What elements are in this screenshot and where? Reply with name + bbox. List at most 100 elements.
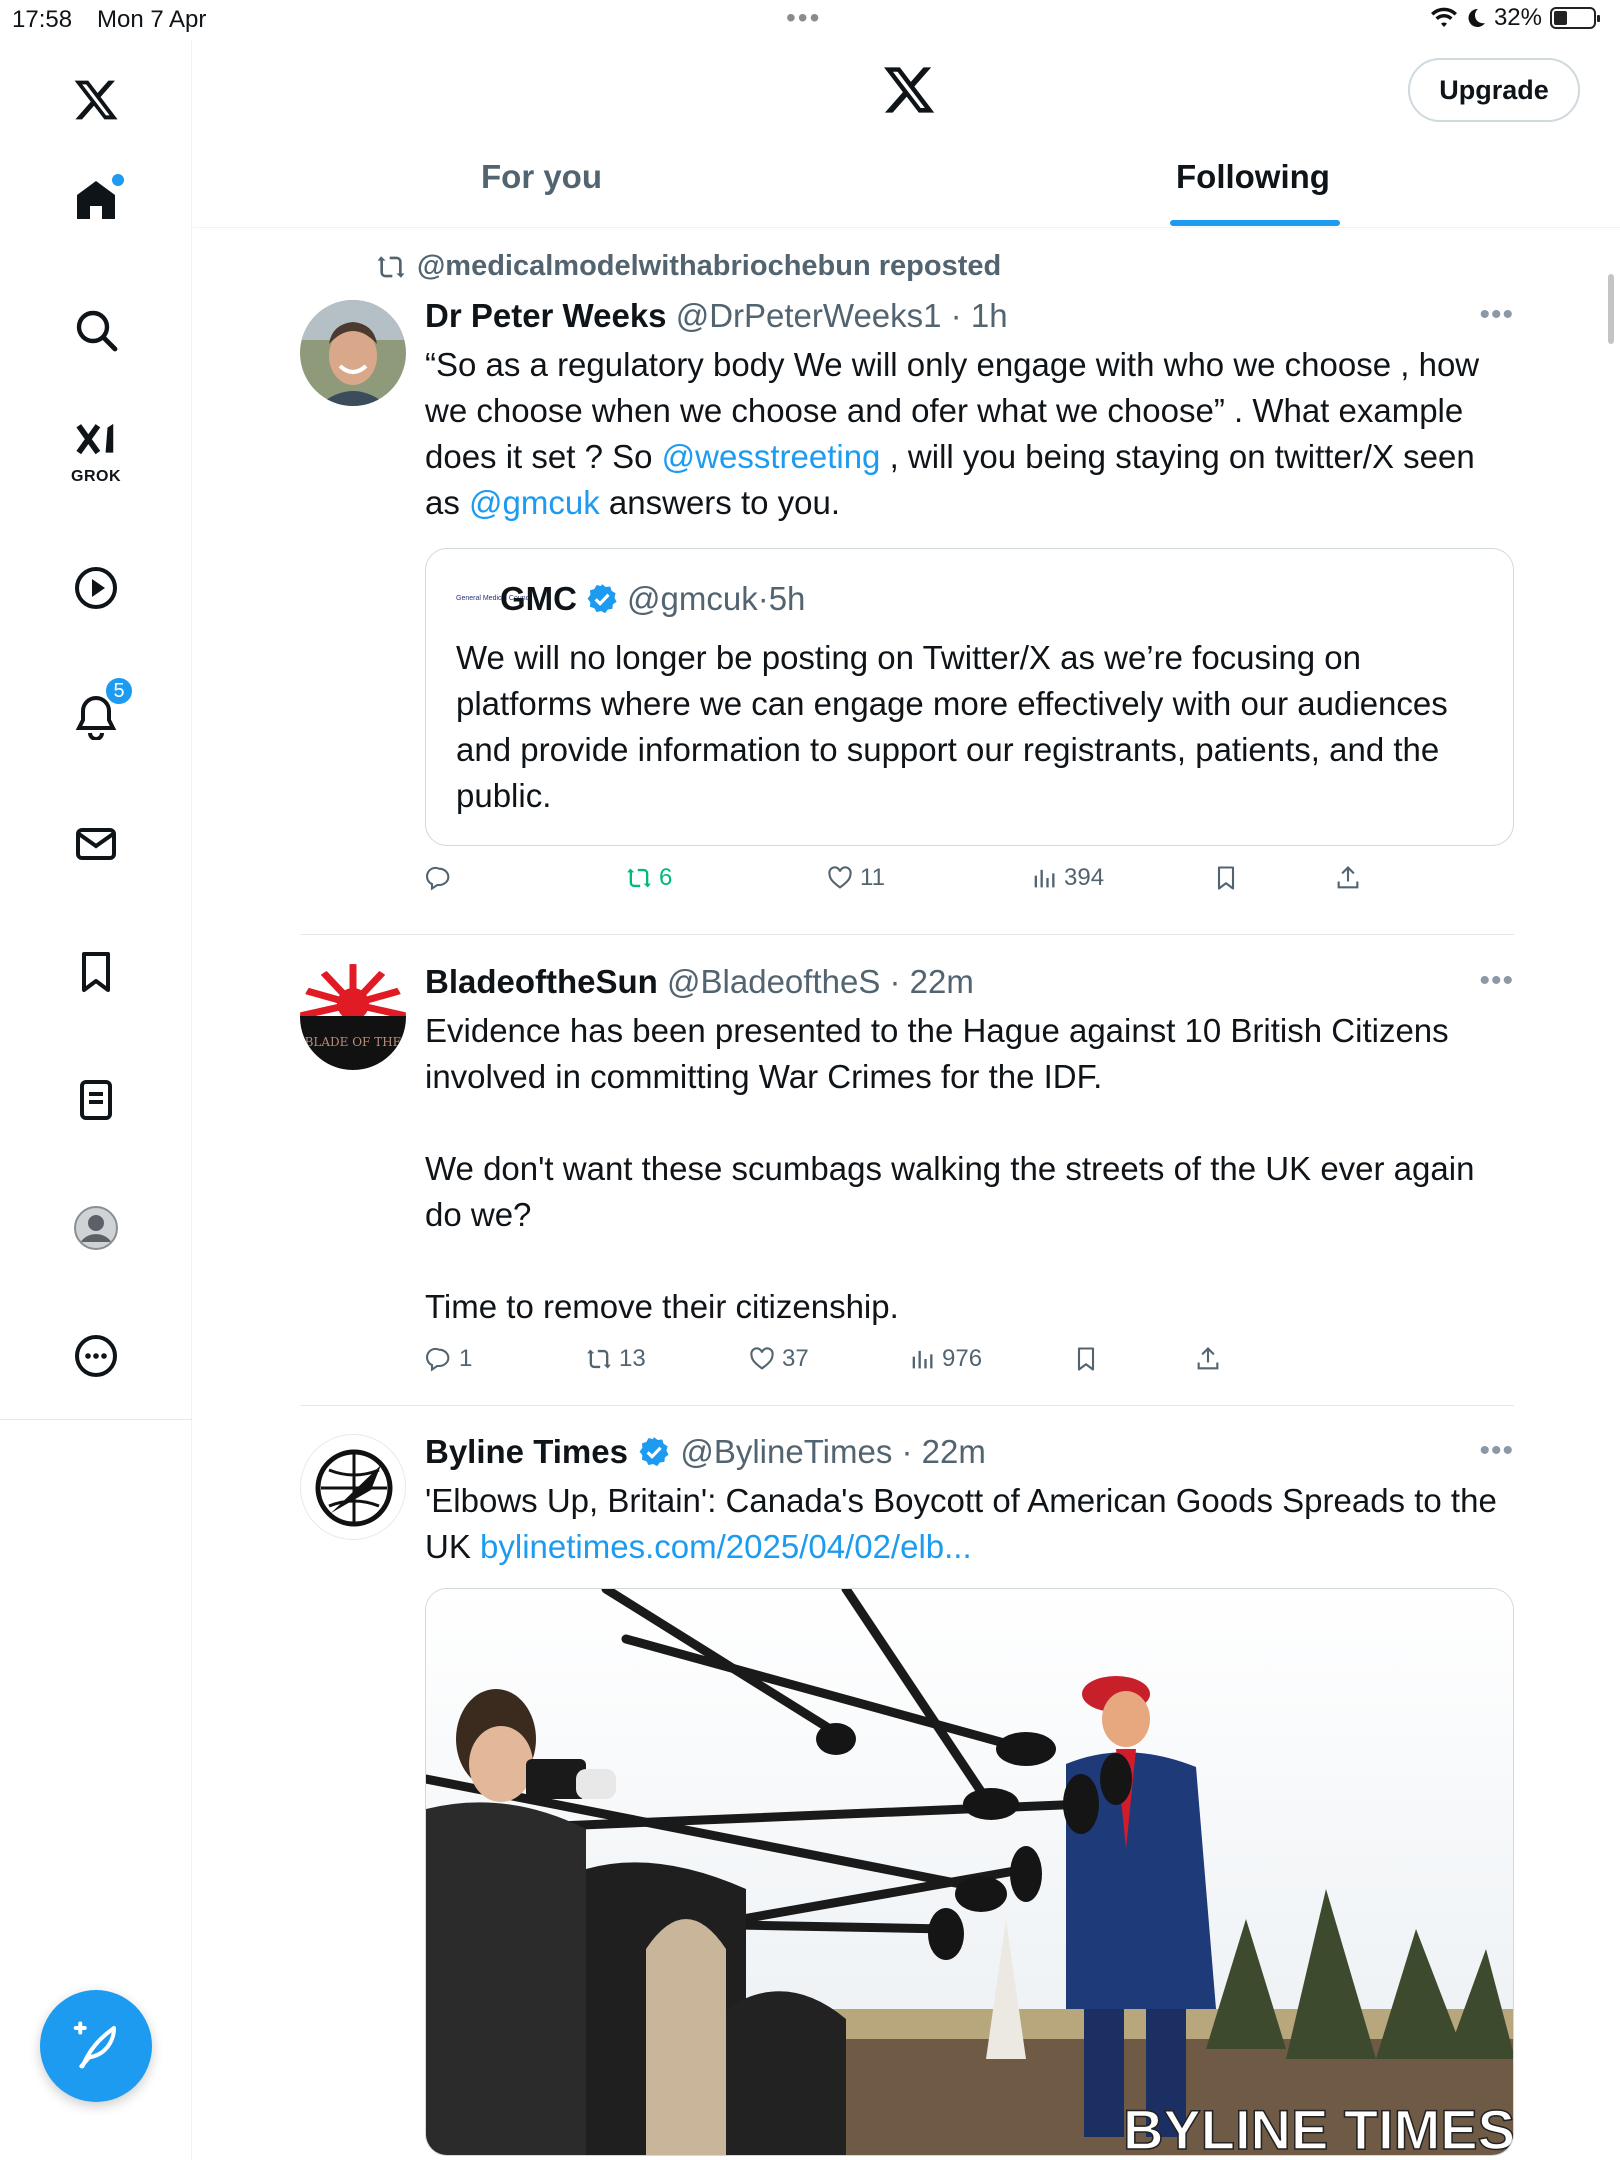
tab-for-you[interactable]: For you	[481, 158, 602, 196]
view-count: 976	[942, 1345, 983, 1372]
reply-icon	[426, 1347, 450, 1372]
multitasking-dots-icon[interactable]: •••	[786, 2, 821, 34]
quote-handle: @gmcuk	[627, 580, 758, 617]
upgrade-button[interactable]: Upgrade	[1408, 58, 1580, 122]
bookmark-icon	[1077, 1347, 1095, 1371]
tweet-text: 'Elbows Up, Britain': Canada's Boycott o…	[425, 1482, 1497, 1565]
tweet-header: BladeoftheSun @BladeoftheS · 22m	[425, 963, 974, 1000]
wifi-icon	[1430, 7, 1457, 27]
tweet-paragraph: Evidence has been presented to the Hague…	[425, 1012, 1449, 1095]
x-logo-icon[interactable]	[66, 70, 126, 130]
repost-text: @medicalmodelwithabriochebun reposted	[417, 250, 1002, 282]
views-button[interactable]: 394	[1030, 864, 1104, 892]
repost-icon	[377, 255, 405, 278]
status-time: 17:58	[12, 6, 73, 33]
notifications-bell-icon[interactable]: 5	[66, 676, 134, 746]
author-handle[interactable]: @BylineTimes	[680, 1433, 892, 1470]
verified-badge-icon	[639, 1437, 669, 1467]
x-logo-icon[interactable]	[881, 62, 937, 118]
bookmarks-icon[interactable]	[66, 942, 126, 1002]
scrollbar[interactable]	[1608, 274, 1614, 344]
tweet-divider	[300, 934, 1514, 935]
notification-badge: 5	[104, 676, 134, 706]
share-icon	[1337, 866, 1359, 889]
share-icon	[1197, 1347, 1219, 1370]
bookmark-button[interactable]	[1072, 1345, 1100, 1373]
tweet-media-image[interactable]: BYLINE TIMES	[425, 1588, 1514, 2156]
tweet-text: “So as a regulatory body We will only en…	[425, 346, 1480, 521]
like-count: 11	[860, 864, 885, 891]
more-options-icon[interactable]: •••	[1479, 1434, 1514, 1468]
share-button[interactable]	[1194, 1345, 1222, 1373]
tweet[interactable]: BLADE OF THE BladeoftheSun @BladeoftheS …	[300, 950, 1514, 1390]
quote-author-name: GMC	[500, 580, 577, 617]
tweet-paragraph: We don't want these scumbags walking the…	[425, 1150, 1475, 1233]
avatar-text: BLADE OF THE	[305, 1035, 402, 1049]
tweet[interactable]: @medicalmodelwithabriochebun reposted Dr…	[300, 250, 1514, 910]
tweet-paragraph: Time to remove their citizenship.	[425, 1288, 899, 1325]
tweet-header: Dr Peter Weeks @DrPeterWeeks1 · 1h	[425, 297, 1008, 334]
author-handle[interactable]: @BladeoftheS	[667, 963, 880, 1000]
messages-envelope-icon[interactable]	[66, 814, 126, 874]
like-button[interactable]: 11	[826, 864, 885, 892]
search-icon[interactable]	[66, 300, 126, 360]
more-options-icon[interactable]: •••	[1479, 964, 1514, 998]
gmc-logo: General Medical Council	[456, 595, 533, 602]
profile-avatar-icon[interactable]	[66, 1198, 126, 1258]
more-options-icon[interactable]	[66, 1326, 126, 1386]
retweet-icon	[587, 1349, 611, 1369]
tweet-time[interactable]: 1h	[971, 297, 1008, 334]
compose-feather-icon	[73, 2021, 117, 2069]
like-button[interactable]: 37	[748, 1345, 809, 1373]
reply-button[interactable]: 1	[425, 1345, 472, 1373]
author-name[interactable]: BladeoftheSun	[425, 963, 658, 1000]
retweet-count: 6	[659, 864, 673, 891]
retweet-button[interactable]: 13	[585, 1345, 646, 1373]
home-icon[interactable]	[66, 170, 126, 230]
repost-indicator: @medicalmodelwithabriochebun reposted	[375, 250, 1001, 283]
timeline-header: Upgrade For you Following	[193, 40, 1620, 228]
media-watermark: BYLINE TIMES	[1123, 2098, 1514, 2156]
video-play-icon[interactable]	[66, 558, 126, 618]
author-name[interactable]: Dr Peter Weeks	[425, 297, 667, 334]
author-handle[interactable]: @DrPeterWeeks1	[676, 297, 942, 334]
views-chart-icon	[1034, 869, 1055, 888]
view-count: 394	[1064, 864, 1105, 891]
more-options-icon[interactable]: •••	[1479, 298, 1514, 332]
quoted-tweet[interactable]: General Medical Council GMC @gmcuk · 5h …	[425, 548, 1514, 846]
battery-icon	[1550, 7, 1600, 29]
mention-link[interactable]: @wesstreeting	[662, 438, 881, 475]
views-button[interactable]: 976	[908, 1345, 982, 1373]
quote-text: We will no longer be posting on Twitter/…	[456, 639, 1448, 814]
mention-link[interactable]: @gmcuk	[469, 484, 600, 521]
grok-icon[interactable]: GROK	[66, 420, 126, 500]
views-chart-icon	[912, 1350, 933, 1369]
retweet-icon	[627, 868, 651, 888]
lists-icon[interactable]	[66, 1070, 126, 1130]
retweet-count: 13	[619, 1345, 646, 1372]
tweet-time[interactable]: 22m	[910, 963, 974, 1000]
grok-label: GROK	[71, 468, 121, 485]
tweet-divider	[300, 1405, 1514, 1406]
sidebar: GROK 5	[0, 40, 192, 2160]
bookmark-icon	[1217, 866, 1235, 890]
author-name[interactable]: Byline Times	[425, 1433, 628, 1470]
share-button[interactable]	[1334, 864, 1362, 892]
tweet-time[interactable]: 22m	[922, 1433, 986, 1470]
tweet[interactable]: Byline Times @BylineTimes · 22m ••• 'Elb…	[300, 1420, 1514, 2160]
tweet-text: Evidence has been presented to the Hague…	[425, 1008, 1514, 1330]
like-count: 37	[782, 1345, 809, 1372]
active-tab-indicator	[1170, 220, 1340, 226]
retweet-button[interactable]: 6	[625, 864, 672, 892]
heart-icon	[750, 1347, 774, 1370]
avatar[interactable]	[300, 300, 406, 406]
compose-post-button[interactable]	[40, 1990, 152, 2102]
tab-following[interactable]: Following	[1176, 158, 1330, 196]
avatar[interactable]	[300, 1434, 406, 1540]
bookmark-button[interactable]	[1212, 864, 1240, 892]
reply-button[interactable]	[425, 864, 453, 892]
avatar[interactable]: BLADE OF THE	[300, 964, 406, 1070]
article-link[interactable]: bylinetimes.com/2025/04/02/elb...	[480, 1528, 972, 1565]
tweet-actions: 1 13 37 976	[300, 1345, 1300, 1385]
verified-badge-icon	[587, 584, 617, 614]
